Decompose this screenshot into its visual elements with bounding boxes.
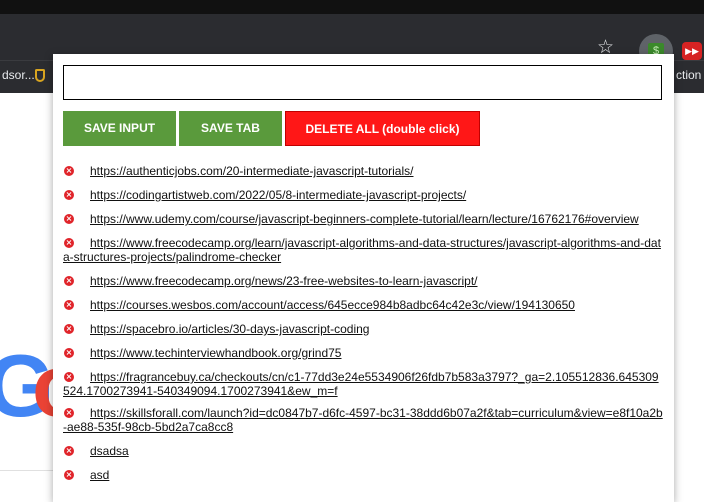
saved-link[interactable]: https://fragrancebuy.ca/checkouts/cn/c1-…	[63, 370, 663, 398]
list-item: × asd	[63, 468, 663, 492]
saved-link[interactable]: https://www.techinterviewhandbook.org/gr…	[63, 346, 663, 360]
list-item: × https://codingartistweb.com/2022/05/8-…	[63, 188, 663, 212]
delete-icon[interactable]: ×	[64, 446, 74, 456]
list-item: × https://www.udemy.com/course/javascrip…	[63, 212, 663, 236]
list-item: × https://spacebro.io/articles/30-days-j…	[63, 322, 663, 346]
delete-icon[interactable]: ×	[64, 166, 74, 176]
delete-icon[interactable]: ×	[64, 238, 74, 248]
saved-link[interactable]: dsadsa	[63, 444, 663, 458]
list-item: × https://courses.wesbos.com/account/acc…	[63, 298, 663, 322]
list-item: × https://www.techinterviewhandbook.org/…	[63, 346, 663, 370]
saved-link[interactable]: https://skillsforall.com/launch?id=dc084…	[63, 406, 663, 434]
saved-link[interactable]: https://codingartistweb.com/2022/05/8-in…	[63, 188, 663, 202]
red-extension-icon[interactable]: ▶▶	[682, 42, 702, 60]
saved-links-list: × https://authenticjobs.com/20-intermedi…	[63, 164, 663, 492]
delete-icon[interactable]: ×	[64, 470, 74, 480]
delete-icon[interactable]: ×	[64, 214, 74, 224]
saved-link[interactable]: https://www.udemy.com/course/javascript-…	[63, 212, 663, 226]
saved-link[interactable]: https://authenticjobs.com/20-intermediat…	[63, 164, 663, 178]
saved-link[interactable]: https://spacebro.io/articles/30-days-jav…	[63, 322, 663, 336]
delete-all-button[interactable]: DELETE ALL (double click)	[285, 111, 480, 146]
delete-icon[interactable]: ×	[64, 190, 74, 200]
delete-icon[interactable]: ×	[64, 300, 74, 310]
bookmark-left[interactable]: dsor....	[2, 68, 38, 82]
page-divider	[0, 470, 54, 471]
list-item: × dsadsa	[63, 444, 663, 468]
delete-icon[interactable]: ×	[64, 276, 74, 286]
link-input[interactable]	[63, 65, 662, 100]
bookmark-right[interactable]: ction to	[676, 68, 704, 82]
list-item: × https://skillsforall.com/launch?id=dc0…	[63, 406, 663, 444]
window-top-bar	[0, 0, 704, 14]
extension-popup: SAVE INPUT SAVE TAB DELETE ALL (double c…	[53, 54, 674, 502]
saved-link[interactable]: https://www.freecodecamp.org/news/23-fre…	[63, 274, 663, 288]
saved-link[interactable]: asd	[63, 468, 663, 482]
list-item: × https://www.freecodecamp.org/news/23-f…	[63, 274, 663, 298]
saved-link[interactable]: https://courses.wesbos.com/account/acces…	[63, 298, 663, 312]
delete-icon[interactable]: ×	[64, 372, 74, 382]
delete-icon[interactable]: ×	[64, 408, 74, 418]
list-item: × https://www.freecodecamp.org/learn/jav…	[63, 236, 663, 274]
delete-icon[interactable]: ×	[64, 324, 74, 334]
delete-icon[interactable]: ×	[64, 348, 74, 358]
list-item: × https://fragrancebuy.ca/checkouts/cn/c…	[63, 370, 663, 406]
save-tab-button[interactable]: SAVE TAB	[179, 111, 282, 146]
saved-link[interactable]: https://www.freecodecamp.org/learn/javas…	[63, 236, 663, 264]
shield-icon[interactable]	[35, 69, 45, 82]
save-input-button[interactable]: SAVE INPUT	[63, 111, 176, 146]
list-item: × https://authenticjobs.com/20-intermedi…	[63, 164, 663, 188]
